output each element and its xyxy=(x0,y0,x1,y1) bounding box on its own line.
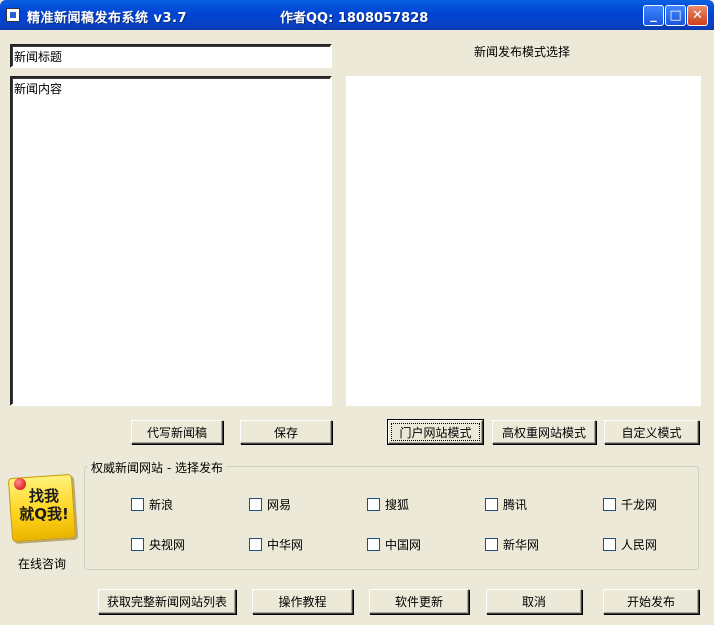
save-button[interactable]: 保存 xyxy=(240,420,332,444)
checkbox-label-sohu: 搜狐 xyxy=(385,498,410,512)
qq-consult-text: 找我 就Q我! xyxy=(19,487,69,523)
mode-select-label: 新闻发布模式选择 xyxy=(474,45,571,59)
high-weight-mode-button[interactable]: 高权重网站模式 xyxy=(492,420,596,444)
app-icon[interactable] xyxy=(6,8,20,22)
checkbox-people[interactable] xyxy=(603,538,616,551)
ghostwrite-button[interactable]: 代写新闻稿 xyxy=(131,420,223,444)
checkbox-label-people: 人民网 xyxy=(621,538,658,552)
checkbox-cctv[interactable] xyxy=(131,538,144,551)
portal-mode-button[interactable]: 门户网站模式 xyxy=(388,420,483,444)
news-content-value: 新闻内容 xyxy=(14,82,63,96)
close-icon[interactable]: ✕ xyxy=(687,5,708,26)
update-button[interactable]: 软件更新 xyxy=(369,589,469,614)
checkbox-label-tencent: 腾讯 xyxy=(503,498,528,512)
cancel-button[interactable]: 取消 xyxy=(486,589,582,614)
news-sites-group-label: 权威新闻网站 - 选择发布 xyxy=(88,459,226,476)
news-content-textarea[interactable]: 新闻内容 xyxy=(10,76,332,406)
publish-button[interactable]: 开始发布 xyxy=(603,589,699,614)
custom-mode-button[interactable]: 自定义模式 xyxy=(604,420,699,444)
checkbox-china-org[interactable] xyxy=(367,538,380,551)
minimize-icon[interactable]: _ xyxy=(643,5,664,26)
mode-display-panel xyxy=(346,76,701,406)
checkbox-label-sina: 新浪 xyxy=(149,498,174,512)
checkbox-china-com[interactable] xyxy=(249,538,262,551)
news-sites-group xyxy=(84,466,699,570)
checkbox-xinhua[interactable] xyxy=(485,538,498,551)
checkbox-label-china-org: 中国网 xyxy=(385,538,422,552)
news-title-value: 新闻标题 xyxy=(14,50,63,64)
checkbox-sohu[interactable] xyxy=(367,498,380,511)
checkbox-qianlong[interactable] xyxy=(603,498,616,511)
checkbox-label-qianlong: 千龙网 xyxy=(621,498,658,512)
checkbox-label-xinhua: 新华网 xyxy=(503,538,540,552)
checkbox-netease[interactable] xyxy=(249,498,262,511)
get-site-list-button[interactable]: 获取完整新闻网站列表 xyxy=(98,589,236,614)
author-qq: 作者QQ: 1808057828 xyxy=(280,11,429,26)
checkbox-sina[interactable] xyxy=(131,498,144,511)
checkbox-label-netease: 网易 xyxy=(267,498,292,512)
online-consult-label[interactable]: 在线咨询 xyxy=(18,555,66,572)
maximize-icon[interactable]: □ xyxy=(665,5,686,26)
checkbox-label-cctv: 央视网 xyxy=(149,538,186,552)
window-title: 精准新闻稿发布系统 v3.7 xyxy=(27,11,188,26)
checkbox-tencent[interactable] xyxy=(485,498,498,511)
checkbox-label-china-com: 中华网 xyxy=(267,538,304,552)
news-title-input[interactable]: 新闻标题 xyxy=(10,44,332,68)
tutorial-button[interactable]: 操作教程 xyxy=(252,589,353,614)
